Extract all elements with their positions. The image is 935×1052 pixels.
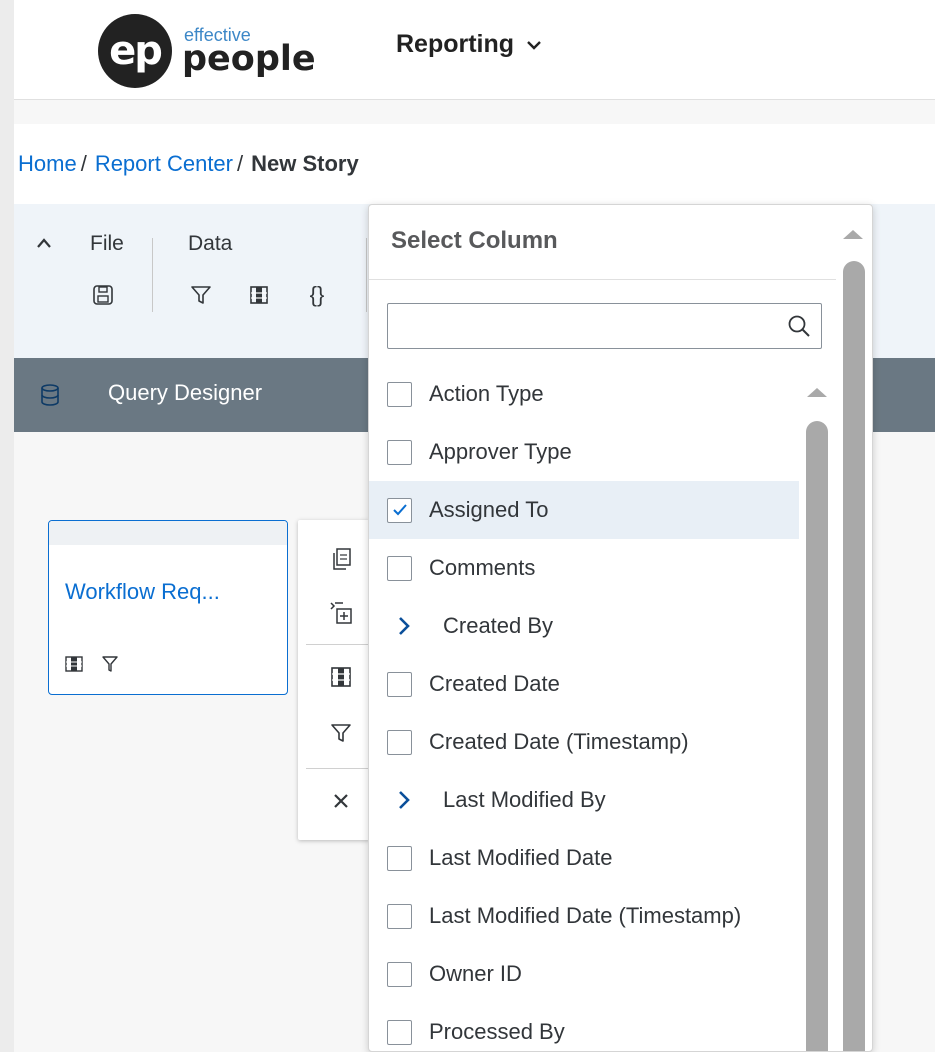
popover-title: Select Column — [391, 227, 558, 254]
columns-icon[interactable] — [65, 656, 83, 677]
filter-icon[interactable] — [188, 282, 214, 308]
copy-icon[interactable] — [328, 546, 354, 572]
logo-big-text: people — [182, 38, 316, 79]
column-list: Action Type Approver Type Assigned To Comme… — [369, 365, 799, 1051]
column-list-item[interactable]: Created By — [369, 597, 799, 655]
toolbar-divider — [306, 768, 370, 769]
select-column-popover: Select Column Action Type Approver Type As… — [368, 204, 873, 1052]
column-item-label: Last Modified Date — [429, 845, 613, 870]
popover-scrollbar-thumb[interactable] — [843, 261, 865, 1051]
toolbar-file-label: File — [90, 232, 124, 255]
company-logo[interactable]: ep effective people — [98, 14, 316, 88]
checkbox[interactable] — [387, 903, 412, 929]
close-icon[interactable] — [328, 788, 354, 814]
checkbox[interactable] — [387, 845, 412, 871]
column-item-label: Action Type — [429, 381, 544, 406]
column-list-item[interactable]: Assigned To — [369, 481, 799, 539]
toolbar-divider — [152, 238, 153, 312]
column-list-item[interactable]: Created Date (Timestamp) — [369, 713, 799, 771]
column-item-label: Processed By — [429, 1019, 565, 1044]
reporting-menu-label: Reporting — [396, 30, 515, 58]
popover-title-divider — [369, 279, 836, 280]
query-designer-label: Query Designer — [108, 380, 263, 405]
breadcrumb-current-page: New Story — [251, 151, 359, 176]
search-icon[interactable] — [787, 314, 811, 343]
column-item-label: Comments — [429, 555, 536, 580]
column-list-item[interactable]: Last Modified Date (Timestamp) — [369, 887, 799, 945]
chevron-down-icon — [526, 35, 542, 55]
column-list-item[interactable]: Comments — [369, 539, 799, 597]
checkbox[interactable] — [387, 671, 412, 697]
logo-wordmark: effective people — [182, 26, 316, 77]
braces-icon[interactable]: {} — [304, 282, 330, 308]
column-item-label: Last Modified By — [443, 787, 606, 812]
toolbar-divider — [306, 644, 370, 645]
breadcrumb-report-center-link[interactable]: Report Center — [95, 151, 233, 177]
filter-icon[interactable] — [101, 655, 119, 678]
column-list-item[interactable]: Action Type — [369, 365, 799, 423]
app-header: ep effective people Reporting — [14, 0, 935, 100]
column-item-label: Assigned To — [429, 497, 549, 522]
columns-icon[interactable] — [246, 282, 272, 308]
column-list-item[interactable]: Processed By — [369, 1003, 799, 1051]
column-list-item[interactable]: Owner ID — [369, 945, 799, 1003]
chevron-right-icon[interactable] — [397, 789, 411, 817]
column-search-field[interactable] — [387, 303, 822, 349]
breadcrumb-separator: / — [80, 151, 87, 176]
list-scrollbar-thumb[interactable] — [806, 421, 828, 1051]
card-icon-row — [65, 655, 119, 678]
column-item-label: Created By — [443, 613, 554, 638]
save-icon[interactable] — [90, 282, 116, 308]
logo-mark: ep — [98, 14, 172, 88]
columns-icon[interactable] — [328, 664, 354, 690]
chevron-up-icon[interactable] — [36, 232, 52, 255]
card-action-toolbar — [298, 520, 370, 840]
column-list-item[interactable]: Created Date — [369, 655, 799, 713]
chevron-right-icon[interactable] — [397, 615, 411, 643]
column-list-item[interactable]: Last Modified Date — [369, 829, 799, 887]
checkbox[interactable] — [387, 961, 412, 987]
column-item-label: Created Date (Timestamp) — [429, 729, 689, 754]
breadcrumb-home-link[interactable]: Home — [18, 151, 77, 177]
data-source-card[interactable]: Workflow Req... — [48, 520, 288, 695]
reporting-menu-button[interactable]: Reporting — [396, 30, 542, 59]
toolbar-data-label: Data — [188, 232, 233, 255]
checkbox[interactable] — [387, 439, 412, 465]
database-icon — [40, 384, 60, 412]
breadcrumb-separator: / — [237, 151, 244, 176]
filter-icon[interactable] — [328, 720, 354, 746]
toolbar-divider — [366, 238, 367, 312]
column-item-label: Created Date — [429, 671, 560, 696]
popover-scroll-up-icon[interactable] — [841, 227, 865, 246]
checkbox[interactable] — [387, 729, 412, 755]
card-title[interactable]: Workflow Req... — [65, 579, 220, 605]
column-item-label: Owner ID — [429, 961, 522, 986]
left-edge-strip — [0, 0, 14, 1052]
breadcrumb: Home / Report Center / New Story — [14, 124, 935, 204]
column-list-item[interactable]: Approver Type — [369, 423, 799, 481]
checkbox[interactable] — [387, 555, 412, 581]
column-item-label: Approver Type — [429, 439, 572, 464]
add-row-icon[interactable] — [328, 600, 354, 626]
checkbox[interactable] — [387, 381, 412, 407]
column-item-label: Last Modified Date (Timestamp) — [429, 903, 742, 928]
checkbox[interactable] — [387, 1019, 412, 1045]
card-header — [49, 521, 287, 545]
column-search-input[interactable] — [388, 304, 768, 348]
column-list-item[interactable]: Last Modified By — [369, 771, 799, 829]
list-scroll-up-icon[interactable] — [805, 385, 829, 404]
checked-checkbox[interactable] — [387, 497, 412, 523]
